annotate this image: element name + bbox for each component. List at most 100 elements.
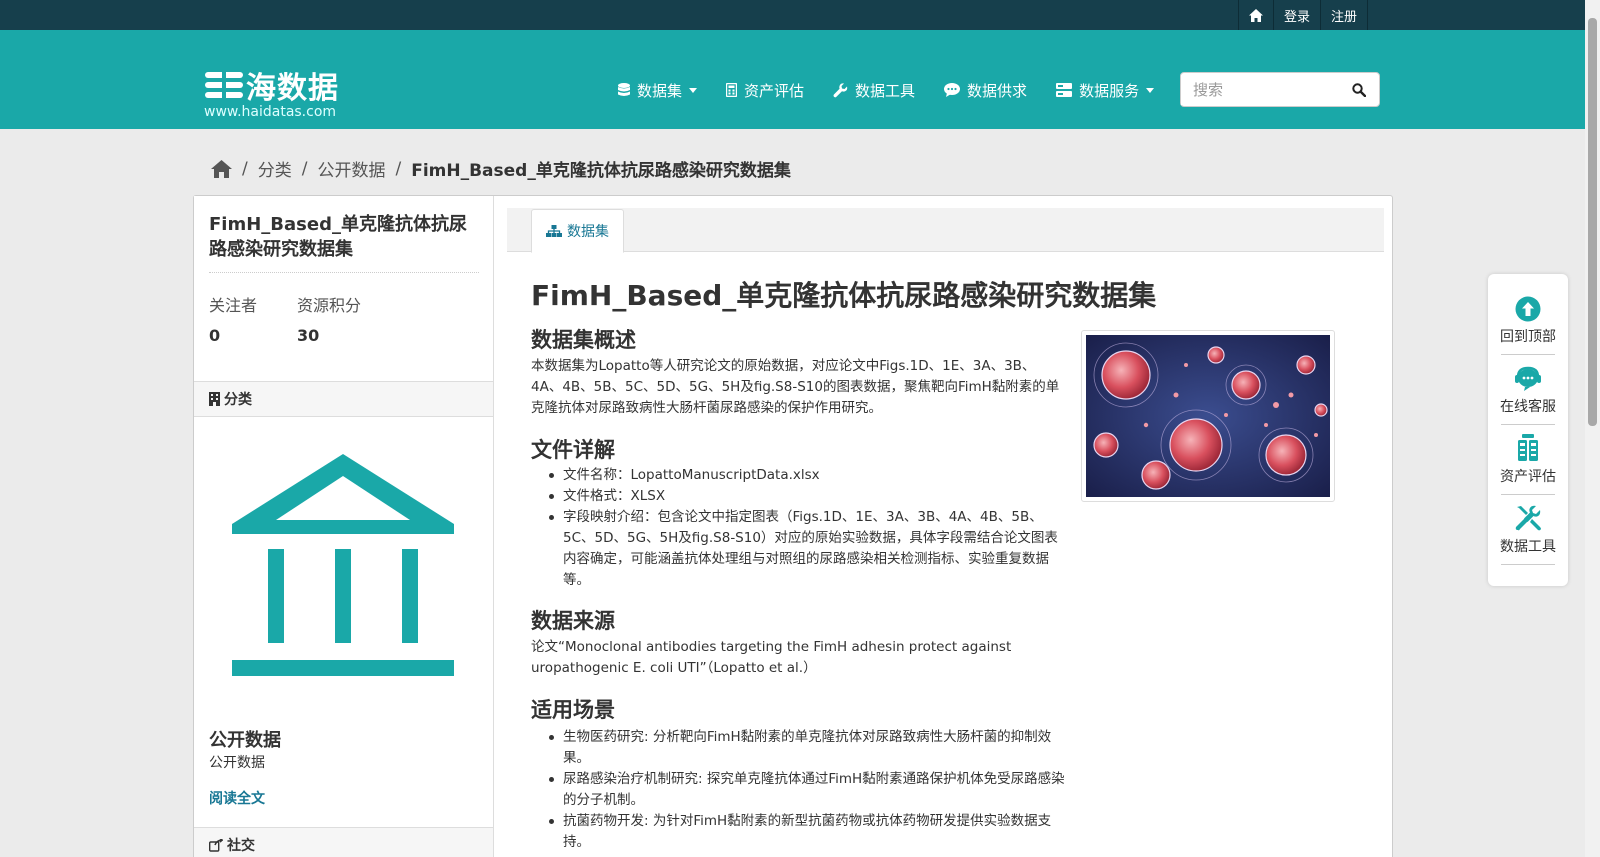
tool-label: 数据工具 (1500, 539, 1556, 555)
wrench-icon (833, 82, 848, 97)
caret-down-icon (689, 87, 698, 93)
calculator-icon (1518, 434, 1538, 461)
file-details-list: 文件名称：LopattoManuscriptData.xlsx 文件格式：XLS… (549, 465, 1066, 591)
dataset-title: FimH_Based_单克隆抗体抗尿路感染研究数据集 (209, 214, 467, 260)
home-link[interactable] (1237, 0, 1273, 30)
search-box (1180, 72, 1380, 107)
followers-count: 0 (209, 326, 221, 345)
customer-service-icon (1515, 366, 1541, 391)
scrollbar-thumb[interactable] (1588, 18, 1597, 426)
divider (1501, 354, 1555, 355)
list-item: 文件格式：XLSX (549, 486, 1066, 507)
nav-item-label: 资产评估 (744, 81, 805, 100)
building-icon (209, 392, 220, 406)
floating-toolbar: 回到顶部 在线客服 资产评估 数据工具 (1488, 274, 1568, 586)
comment-icon (944, 83, 961, 97)
nav-item-data-services[interactable]: 数据服务 (1056, 80, 1155, 101)
top-utility-bar: 登录 注册 (0, 0, 1600, 30)
nav-item-label: 数据服务 (1079, 81, 1140, 100)
home-icon (211, 159, 232, 178)
site-url: www.haidatas.com (204, 104, 337, 120)
points-count: 30 (297, 326, 320, 345)
search-button[interactable] (1341, 73, 1377, 106)
main-nav: 数据集 资产评估 数据工具 数据供求 数据服务 (618, 80, 1183, 100)
tool-label: 回到顶部 (1500, 329, 1556, 345)
register-link[interactable]: 注册 (1319, 0, 1368, 30)
sidebar: FimH_Based_单克隆抗体抗尿路感染研究数据集 关注者 0 资源积分 30… (194, 196, 494, 857)
server-icon (1056, 83, 1073, 97)
divider (1501, 494, 1555, 495)
tab-label: 数据集 (567, 224, 609, 240)
org-name: 公开数据 (209, 730, 281, 751)
nav-item-label: 数据供求 (967, 81, 1028, 100)
breadcrumb-current[interactable]: FimH_Based_单克隆抗体抗尿路感染研究数据集 (411, 156, 791, 181)
institution-icon[interactable] (230, 454, 456, 680)
home-icon (1248, 8, 1263, 22)
page-title: FimH_Based_单克隆抗体抗尿路感染研究数据集 (531, 279, 1157, 312)
breadcrumb-separator: / (395, 158, 402, 179)
dataset-thumbnail[interactable] (1081, 330, 1335, 502)
overview-heading: 数据集概述 (531, 328, 636, 352)
org-description: 公开数据 (209, 755, 265, 771)
calculator-icon (726, 83, 738, 97)
sitemap-icon (546, 225, 562, 237)
divider (1501, 424, 1555, 425)
asset-valuation-button[interactable]: 资产评估 (1488, 434, 1568, 495)
tool-label: 资产评估 (1500, 469, 1556, 485)
logo-mark-icon (205, 70, 243, 100)
page-scrollbar[interactable] (1585, 0, 1600, 857)
caret-down-icon (1146, 87, 1155, 93)
content-area: 数据集 FimH_Based_单克隆抗体抗尿路感染研究数据集 数据集概述 本数据… (495, 196, 1393, 857)
list-item: 生物医药研究: 分析靶向FimH黏附素的单克隆抗体对尿路致病性大肠杆菌的抑制效果… (549, 727, 1066, 769)
login-link[interactable]: 登录 (1272, 0, 1320, 30)
list-item: 字段映射介绍：包含论文中指定图表（Figs.1D、1E、3A、3B、4A、4B、… (549, 507, 1066, 591)
nav-item-label: 数据集 (637, 81, 683, 100)
tool-label: 在线客服 (1500, 399, 1556, 415)
nav-item-datasets[interactable]: 数据集 (618, 80, 698, 101)
data-source-text: 论文“Monoclonal antibodies targeting the F… (531, 639, 1012, 676)
overview-text: 本数据集为Lopatto等人研究论文的原始数据，对应论文中Figs.1D、1E、… (531, 358, 1060, 416)
tools-icon (1515, 505, 1541, 531)
tab-dataset[interactable]: 数据集 (531, 209, 624, 253)
points-label: 资源积分 (297, 296, 362, 315)
site-logo[interactable]: 海数据 (205, 63, 339, 107)
social-heading-label: 社交 (227, 838, 255, 854)
points-stat: 资源积分 30 (297, 292, 361, 345)
breadcrumb-categories[interactable]: 分类 (258, 156, 292, 181)
nav-item-label: 数据工具 (855, 81, 916, 100)
followers-label: 关注者 (209, 296, 258, 315)
share-icon (209, 838, 223, 852)
breadcrumb-separator: / (301, 158, 308, 179)
read-more-link[interactable]: 阅读全文 (209, 788, 265, 808)
online-support-button[interactable]: 在线客服 (1488, 366, 1568, 425)
breadcrumb-separator: / (242, 158, 248, 179)
search-input[interactable] (1181, 74, 1341, 105)
breadcrumb-public-data[interactable]: 公开数据 (317, 156, 385, 181)
top-links: 登录 注册 (1237, 0, 1368, 30)
social-heading: 社交 (194, 827, 493, 857)
category-heading-label: 分类 (224, 392, 252, 408)
back-to-top-button[interactable]: 回到顶部 (1488, 296, 1568, 355)
logo-text: 海数据 (246, 71, 339, 106)
divider (209, 272, 479, 273)
arrow-up-circle-icon (1515, 296, 1541, 322)
file-details-heading: 文件详解 (531, 438, 615, 462)
content-tabs: 数据集 (507, 208, 1384, 253)
search-icon (1352, 82, 1366, 97)
data-source-heading: 数据来源 (531, 609, 615, 633)
database-icon (618, 83, 630, 96)
use-cases-list: 生物医药研究: 分析靶向FimH黏附素的单克隆抗体对尿路致病性大肠杆菌的抑制效果… (549, 727, 1066, 853)
divider (1501, 564, 1555, 565)
nav-item-asset-valuation[interactable]: 资产评估 (726, 80, 804, 101)
list-item: 抗菌药物开发: 为针对FimH黏附素的新型抗菌药物或抗体药物研发提供实验数据支持… (549, 811, 1066, 853)
list-item: 尿路感染治疗机制研究: 探究单克隆抗体通过FimH黏附素通路保护机体免受尿路感染… (549, 769, 1066, 811)
nav-item-data-tools[interactable]: 数据工具 (833, 80, 915, 101)
bacteria-image (1086, 335, 1330, 497)
breadcrumb: / 分类 / 公开数据 / FimH_Based_单克隆抗体抗尿路感染研究数据集 (211, 156, 791, 181)
breadcrumb-home[interactable] (211, 159, 232, 178)
data-tools-button[interactable]: 数据工具 (1488, 504, 1568, 565)
main-container: FimH_Based_单克隆抗体抗尿路感染研究数据集 关注者 0 资源积分 30… (193, 195, 1393, 857)
nav-item-data-supply-demand[interactable]: 数据供求 (944, 80, 1027, 101)
category-heading: 分类 (194, 381, 493, 417)
list-item: 文件名称：LopattoManuscriptData.xlsx (549, 465, 1066, 486)
